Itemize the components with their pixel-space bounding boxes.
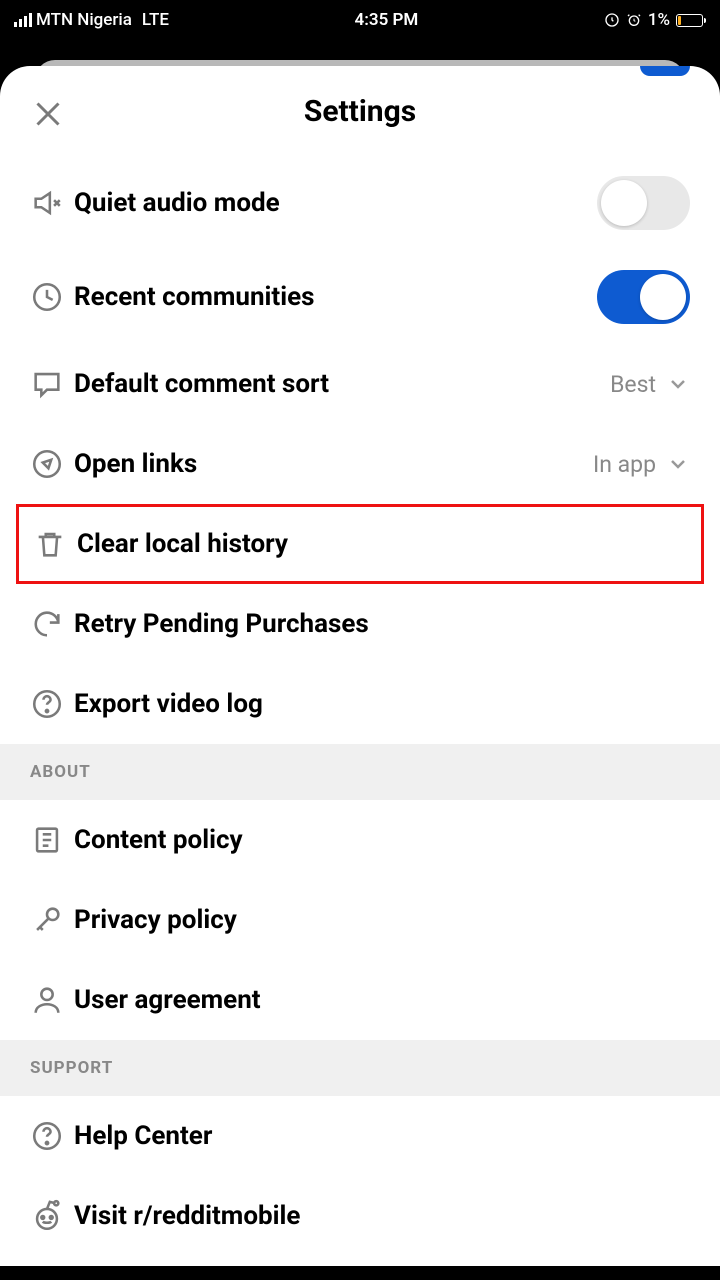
row-visit-reddit-mobile[interactable]: Visit r/redditmobile: [0, 1176, 720, 1256]
row-open-links[interactable]: Open links In app: [0, 424, 720, 504]
row-label: Recent communities: [74, 282, 597, 312]
row-label: User agreement: [74, 985, 690, 1015]
help-circle-icon: [30, 1119, 74, 1153]
row-export-video-log[interactable]: Export video log: [0, 664, 720, 744]
section-header-about: ABOUT: [0, 744, 720, 800]
settings-sheet: Settings Quiet audio mode Recent communi…: [0, 66, 720, 1266]
close-button[interactable]: [28, 94, 68, 134]
reddit-icon: [30, 1199, 74, 1233]
person-icon: [30, 983, 74, 1017]
signal-icon: [14, 13, 32, 27]
row-label: Export video log: [74, 689, 690, 719]
row-default-comment-sort[interactable]: Default comment sort Best: [0, 344, 720, 424]
status-bar: MTN Nigeria LTE 4:35 PM 1%: [0, 0, 720, 40]
row-clear-local-history[interactable]: Clear local history: [16, 504, 704, 584]
row-recent-communities[interactable]: Recent communities: [0, 250, 720, 344]
compass-icon: [30, 447, 74, 481]
row-label: Help Center: [74, 1121, 690, 1151]
row-label: Privacy policy: [74, 905, 690, 935]
clock-icon: [30, 280, 74, 314]
close-icon: [30, 96, 66, 132]
battery-icon: [676, 14, 706, 27]
row-help-center[interactable]: Help Center: [0, 1096, 720, 1176]
row-user-agreement[interactable]: User agreement: [0, 960, 720, 1040]
comment-icon: [30, 367, 74, 401]
section-header-support: SUPPORT: [0, 1040, 720, 1096]
row-retry-pending-purchases[interactable]: Retry Pending Purchases: [0, 584, 720, 664]
row-quiet-audio-mode[interactable]: Quiet audio mode: [0, 156, 720, 250]
chevron-down-icon: [666, 452, 690, 476]
row-label: Open links: [74, 449, 593, 479]
page-title: Settings: [304, 94, 416, 129]
rotation-lock-icon: [604, 12, 620, 28]
row-content-policy[interactable]: Content policy: [0, 800, 720, 880]
row-value: In app: [593, 451, 656, 478]
sheet-header: Settings: [0, 66, 720, 156]
alarm-icon: [626, 12, 642, 28]
refresh-icon: [30, 607, 74, 641]
row-label: Content policy: [74, 825, 690, 855]
key-icon: [30, 903, 74, 937]
row-label: Quiet audio mode: [74, 188, 597, 218]
toggle-recent-communities[interactable]: [597, 270, 690, 324]
row-label: Clear local history: [77, 529, 687, 559]
row-label: Visit r/redditmobile: [74, 1201, 690, 1231]
toggle-quiet-audio[interactable]: [597, 176, 690, 230]
speaker-muted-icon: [30, 186, 74, 220]
document-icon: [30, 823, 74, 857]
trash-icon: [33, 527, 77, 561]
row-label: Retry Pending Purchases: [74, 609, 690, 639]
chevron-down-icon: [666, 372, 690, 396]
clock: 4:35 PM: [355, 10, 419, 30]
row-value: Best: [610, 371, 656, 398]
row-label: Default comment sort: [74, 369, 610, 399]
carrier-label: MTN Nigeria: [36, 10, 132, 30]
help-circle-icon: [30, 687, 74, 721]
network-label: LTE: [142, 10, 169, 30]
battery-percent: 1%: [648, 10, 670, 30]
row-privacy-policy[interactable]: Privacy policy: [0, 880, 720, 960]
